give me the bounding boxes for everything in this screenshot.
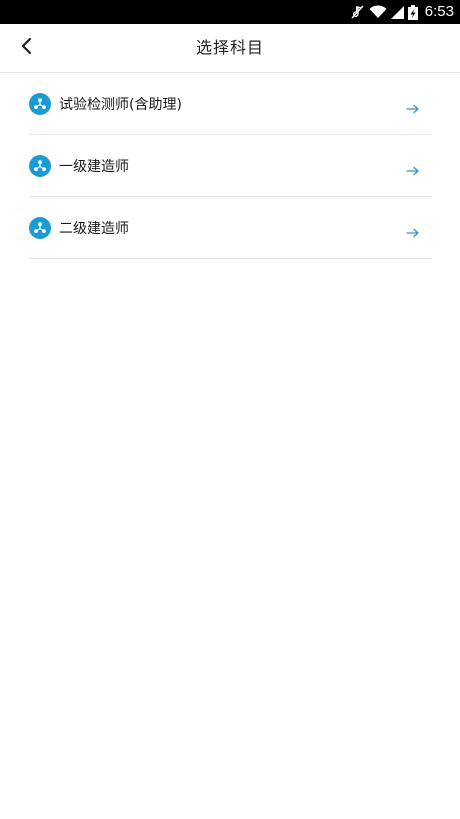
status-icons: 6:53 (349, 0, 454, 24)
subject-icon (29, 92, 51, 115)
page-title: 选择科目 (195, 38, 264, 57)
subject-item[interactable]: 二级建造师 (29, 197, 432, 259)
status-time: 6:53 (424, 3, 454, 20)
mute-icon (349, 4, 365, 20)
wifi-icon (369, 5, 387, 19)
app-bar: 选择科目 (0, 24, 460, 73)
back-button[interactable] (8, 30, 44, 66)
subject-item[interactable]: 一级建造师 (29, 135, 432, 197)
arrow-right-icon (406, 99, 420, 113)
battery-charging-icon (407, 4, 418, 20)
status-bar: 6:53 (0, 0, 460, 24)
signal-icon (390, 5, 404, 19)
subject-label: 二级建造师 (59, 220, 129, 237)
arrow-right-icon (406, 161, 420, 175)
back-chevron-icon (19, 37, 33, 59)
subject-icon (29, 216, 51, 239)
subject-label: 一级建造师 (59, 158, 129, 175)
subject-icon (29, 154, 51, 177)
subject-label: 试验检测师(含助理) (59, 96, 182, 113)
subject-item[interactable]: 试验检测师(含助理) (29, 73, 432, 135)
arrow-right-icon (406, 223, 420, 237)
subject-list: 试验检测师(含助理) 一级建造师 二级建造师 (29, 73, 432, 259)
